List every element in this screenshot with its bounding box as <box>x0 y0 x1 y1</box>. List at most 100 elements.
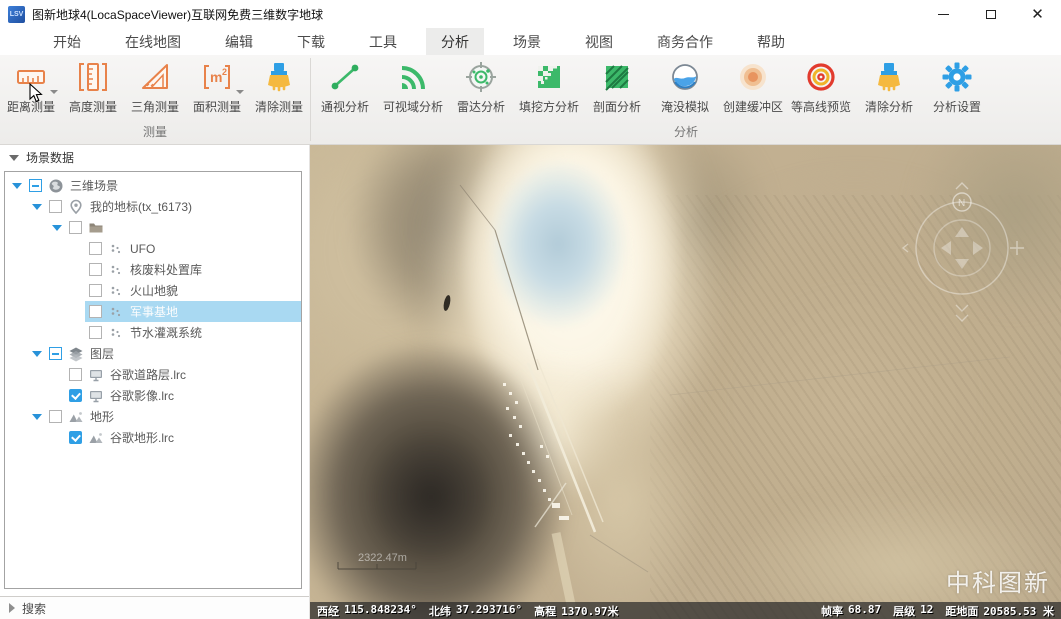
tree-item-google-terrain[interactable]: 谷歌地形.lrc <box>5 427 301 448</box>
group-label-analysis: 分析 <box>311 122 1061 144</box>
flood-simulation-button[interactable]: 淹没模拟 <box>651 60 719 115</box>
viewshed-icon <box>396 60 430 94</box>
tree-item-nuclear-waste[interactable]: 核废料处置库 <box>5 259 301 280</box>
area-measure-button[interactable]: 面积测量 <box>186 60 248 115</box>
tree-item-ufo[interactable]: UFO <box>5 238 301 259</box>
tab-business[interactable]: 商务合作 <box>642 28 728 55</box>
checkbox-unchecked[interactable] <box>89 263 102 276</box>
tab-online-maps[interactable]: 在线地图 <box>110 28 196 55</box>
expander-icon[interactable] <box>29 196 45 217</box>
satellite-terrain <box>310 145 1061 619</box>
tree-item-volcano[interactable]: 火山地貌 <box>5 280 301 301</box>
latitude-label: 北纬 <box>429 603 451 619</box>
tab-analysis[interactable]: 分析 <box>426 28 484 55</box>
expander-icon[interactable] <box>9 175 25 196</box>
checkbox-unchecked[interactable] <box>49 200 62 213</box>
expander-icon[interactable] <box>29 343 45 364</box>
profile-analysis-button[interactable]: 剖面分析 <box>583 60 651 115</box>
create-buffer-button[interactable]: 创建缓冲区 <box>719 60 787 115</box>
checkbox-unchecked[interactable] <box>89 242 102 255</box>
maximize-button[interactable] <box>967 0 1014 28</box>
longitude-label: 西经 <box>317 603 339 619</box>
expander-icon[interactable] <box>49 217 65 238</box>
tab-scene[interactable]: 场景 <box>498 28 556 55</box>
contour-preview-button[interactable]: 等高线预览 <box>787 60 855 115</box>
clear-measure-button[interactable]: 清除测量 <box>248 60 310 115</box>
mouse-cursor-icon <box>28 83 46 103</box>
collapse-triangle-icon <box>9 155 19 161</box>
brush-icon <box>262 60 296 94</box>
elevation-label: 高程 <box>534 603 556 619</box>
layers-icon <box>68 346 84 362</box>
monitor-icon <box>88 367 104 383</box>
tree-item-military-base[interactable]: 军事基地 <box>5 301 301 322</box>
tree-item-3d-scene[interactable]: 三维场景 <box>5 175 301 196</box>
cut-fill-analysis-button[interactable]: 填挖方分析 <box>515 60 583 115</box>
radar-analysis-button[interactable]: 雷达分析 <box>447 60 515 115</box>
search-section[interactable]: 搜索 <box>0 596 309 619</box>
checkbox-partial[interactable] <box>29 179 42 192</box>
checkbox-partial[interactable] <box>49 347 62 360</box>
tree-item-irrigation[interactable]: 节水灌溉系统 <box>5 322 301 343</box>
scale-label: 2322.47m <box>358 552 407 564</box>
checkbox-unchecked[interactable] <box>89 284 102 297</box>
map-overlay: 2322.47m N <box>310 145 1061 619</box>
viewshed-analysis-button[interactable]: 可视域分析 <box>379 60 447 115</box>
expander-icon[interactable] <box>29 406 45 427</box>
terrain-icon <box>88 430 104 446</box>
globe-icon <box>48 178 64 194</box>
watermark: 中科图新 <box>946 563 1050 598</box>
checkbox-unchecked[interactable] <box>69 221 82 234</box>
fps-value: 68.87 <box>848 603 881 619</box>
longitude-value: 115.848234° <box>344 603 417 619</box>
close-button[interactable]: ✕ <box>1014 0 1061 28</box>
analysis-settings-button[interactable]: 分析设置 <box>923 60 991 115</box>
compass-north-label: N <box>958 198 965 209</box>
tree-item-google-roads[interactable]: 谷歌道路层.lrc <box>5 364 301 385</box>
folder-icon <box>88 220 104 236</box>
checkbox-checked[interactable] <box>69 389 82 402</box>
checkbox-unchecked[interactable] <box>89 305 102 318</box>
level-value: 12 <box>920 603 933 619</box>
status-bar: 西经115.848234° 北纬37.293716° 高程1370.97米 帧率… <box>310 602 1061 619</box>
minimize-button[interactable] <box>920 0 967 28</box>
menu-bar: 开始 在线地图 编辑 下载 工具 分析 场景 视图 商务合作 帮助 <box>0 28 1061 55</box>
dropdown-caret-icon[interactable] <box>50 90 58 94</box>
scene-data-header[interactable]: 场景数据 <box>0 145 309 170</box>
checkbox-checked[interactable] <box>69 431 82 444</box>
checkbox-unchecked[interactable] <box>49 410 62 423</box>
scale-bar <box>338 562 416 569</box>
tab-edit[interactable]: 编辑 <box>210 28 268 55</box>
dropdown-caret-icon[interactable] <box>236 90 244 94</box>
triangle-measure-button[interactable]: 三角测量 <box>124 60 186 115</box>
height-measure-button[interactable]: 高度测量 <box>62 60 124 115</box>
ground-distance-value: 20585.53 米 <box>983 603 1054 619</box>
contour-icon <box>804 60 838 94</box>
map-viewport[interactable]: 2322.47m N 中科图新 西 <box>310 145 1061 619</box>
close-icon: ✕ <box>1031 7 1044 22</box>
tab-tools[interactable]: 工具 <box>354 28 412 55</box>
clear-analysis-button[interactable]: 清除分析 <box>855 60 923 115</box>
tab-home[interactable]: 开始 <box>38 28 96 55</box>
tab-download[interactable]: 下载 <box>282 28 340 55</box>
scene-data-panel: 场景数据 三维场景 我的地标(tx_t6173) <box>0 145 310 619</box>
dots-icon <box>108 283 124 299</box>
pin-icon <box>68 199 84 215</box>
checkbox-unchecked[interactable] <box>69 368 82 381</box>
tree-item-my-placemarks[interactable]: 我的地标(tx_t6173) <box>5 196 301 217</box>
tree-item-google-imagery[interactable]: 谷歌影像.lrc <box>5 385 301 406</box>
fps-label: 帧率 <box>821 603 843 619</box>
expand-triangle-icon <box>9 603 15 613</box>
minimize-icon <box>938 14 949 15</box>
monitor-icon <box>88 388 104 404</box>
elevation-value: 1370.97米 <box>561 603 618 619</box>
tree-item-layers-group[interactable]: 图层 <box>5 343 301 364</box>
tab-help[interactable]: 帮助 <box>742 28 800 55</box>
sightline-analysis-button[interactable]: 通视分析 <box>311 60 379 115</box>
sightline-icon <box>328 60 362 94</box>
ribbon-group-measure: 距离测量 高度测量 三角测量 面积测量 清除测量 测量 <box>0 55 310 144</box>
tree-item-folder[interactable] <box>5 217 301 238</box>
checkbox-unchecked[interactable] <box>89 326 102 339</box>
tree-item-terrain-group[interactable]: 地形 <box>5 406 301 427</box>
tab-view[interactable]: 视图 <box>570 28 628 55</box>
